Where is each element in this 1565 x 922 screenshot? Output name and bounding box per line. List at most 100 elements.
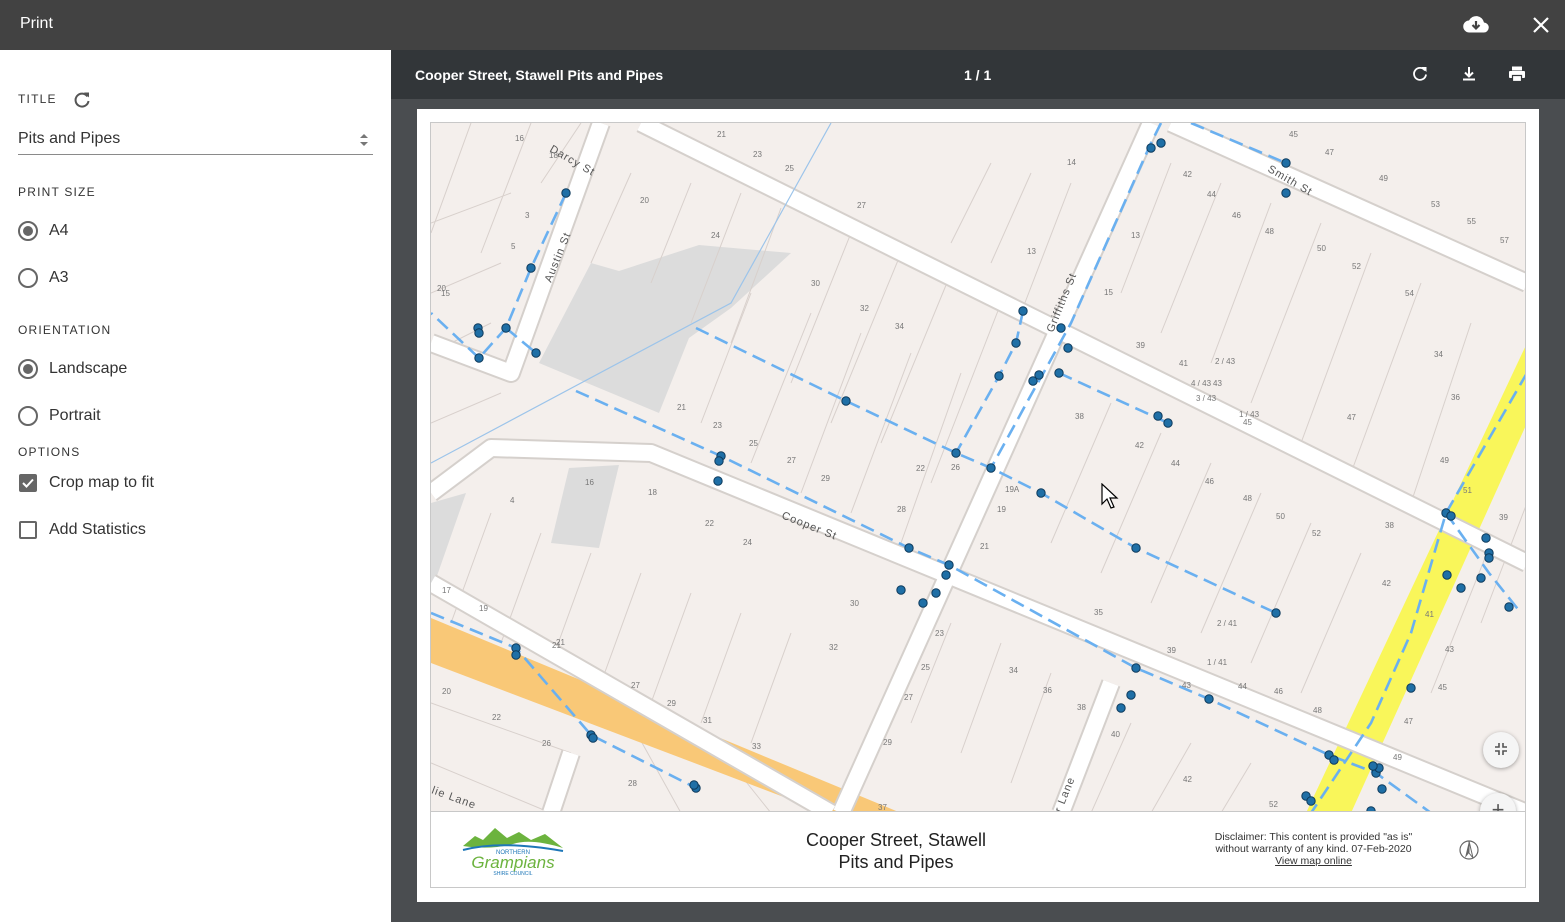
orientation-portrait-label[interactable]: Portrait <box>49 407 101 425</box>
mouse-cursor-icon <box>1101 483 1119 509</box>
orientation-section-label: ORIENTATION <box>18 323 112 337</box>
pit-point <box>474 328 484 338</box>
view-map-online-link[interactable]: View map online <box>1275 855 1352 867</box>
lot-number-label: 45 <box>1438 683 1447 692</box>
lot-number-label: 38 <box>1077 703 1086 712</box>
lot-number-label: 36 <box>1451 393 1460 402</box>
pit-point <box>1329 755 1339 765</box>
pit-point <box>501 323 511 333</box>
rotate-icon[interactable] <box>1410 64 1430 84</box>
lot-number-label: 54 <box>1405 289 1414 298</box>
lot-number-label: 28 <box>897 505 906 514</box>
lot-number-label: 34 <box>895 322 904 331</box>
lot-number-label: 49 <box>1393 753 1402 762</box>
download-cloud-icon[interactable] <box>1462 12 1490 38</box>
lot-number-label: 47 <box>1325 148 1334 157</box>
pit-point <box>713 476 723 486</box>
lot-number-label: 46 <box>1232 211 1241 220</box>
lot-number-label: 52 <box>1352 262 1361 271</box>
pit-point <box>1156 138 1166 148</box>
dialog-title: Print <box>20 15 53 32</box>
print-icon[interactable] <box>1507 64 1527 84</box>
lot-number-label: 16 <box>585 478 594 487</box>
disclaimer-line-2: without warranty of any kind. 07-Feb-202… <box>1215 843 1412 855</box>
lot-number-label: 29 <box>821 474 830 483</box>
size-a3-label[interactable]: A3 <box>49 269 69 287</box>
map-legend-footer: NORTHERN Grampians SHIRE COUNCIL Cooper … <box>430 811 1526 888</box>
refresh-icon[interactable] <box>72 90 92 110</box>
lot-number-label: 48 <box>1265 227 1274 236</box>
size-a4-radio[interactable] <box>18 221 38 241</box>
northern-grampians-logo: NORTHERN Grampians SHIRE COUNCIL <box>462 828 564 877</box>
size-a4-label[interactable]: A4 <box>49 222 69 240</box>
add-statistics-label[interactable]: Add Statistics <box>49 521 146 539</box>
lot-number-label: 35 <box>1094 608 1103 617</box>
pit-point <box>1406 683 1416 693</box>
lot-number-label: 49 <box>1379 174 1388 183</box>
crop-map-label[interactable]: Crop map to fit <box>49 474 154 492</box>
map-canvas[interactable]: Darcy StSmith StAustin StGriffiths StCoo… <box>431 123 1526 812</box>
lot-number-label: 29 <box>667 699 676 708</box>
pit-point <box>1063 343 1073 353</box>
close-icon[interactable] <box>1528 12 1554 38</box>
lot-number-label: 13 <box>1131 231 1140 240</box>
lot-number-label: 22 <box>492 713 501 722</box>
lot-number-label: 25 <box>921 663 930 672</box>
spinner-arrows-icon[interactable] <box>357 131 371 149</box>
lot-number-label: 48 <box>1313 706 1322 715</box>
title-input[interactable]: Pits and Pipes <box>18 124 373 155</box>
map-view[interactable]: Darcy St Smith St Austin St Griffiths St Coo… <box>430 122 1526 812</box>
lot-number-label: 27 <box>857 201 866 210</box>
lot-number-label: 55 <box>1467 217 1476 226</box>
lot-number-label: 24 <box>711 231 720 240</box>
preview-page: Darcy St Smith St Austin St Griffiths St Coo… <box>417 109 1539 902</box>
pit-point <box>1116 703 1126 713</box>
pit-point <box>896 585 906 595</box>
size-a3-radio[interactable] <box>18 268 38 288</box>
print-size-section-label: PRINT SIZE <box>18 185 96 199</box>
lot-number-label: 49 <box>1440 456 1449 465</box>
lot-number-label: 23 <box>713 421 722 430</box>
lot-number-label: 29 <box>883 738 892 747</box>
orientation-landscape-label[interactable]: Landscape <box>49 360 127 378</box>
lot-number-label: 30 <box>850 599 859 608</box>
orientation-portrait-radio[interactable] <box>18 406 38 426</box>
lot-number-label: 50 <box>1276 512 1285 521</box>
lot-number-label: 18 <box>648 488 657 497</box>
pit-point <box>1456 583 1466 593</box>
pit-point <box>1446 511 1456 521</box>
lot-number-label: 15 <box>1104 288 1113 297</box>
lot-number-label: 27 <box>787 456 796 465</box>
lot-number-label: 19 <box>997 505 1006 514</box>
crop-map-checkbox[interactable] <box>19 474 37 492</box>
download-icon[interactable] <box>1459 64 1479 84</box>
lot-number-label: 19 <box>479 604 488 613</box>
pit-point <box>1018 306 1028 316</box>
lot-number-label: 18 <box>549 151 558 160</box>
add-statistics-checkbox[interactable] <box>19 521 37 539</box>
pit-point <box>526 263 536 273</box>
preview-toolbar: Cooper Street, Stawell Pits and Pipes 1 … <box>391 50 1565 99</box>
lot-number-label: 44 <box>1238 682 1247 691</box>
pit-point <box>1271 608 1281 618</box>
pit-point <box>1036 488 1046 498</box>
fullscreen-exit-button[interactable] <box>1483 732 1519 768</box>
lot-number-label: 47 <box>1347 413 1356 422</box>
pit-point <box>944 560 954 570</box>
lot-number-label: 42 <box>1183 775 1192 784</box>
pit-point <box>1504 602 1514 612</box>
lot-number-label: 21 <box>677 403 686 412</box>
lot-number-label: 22 <box>916 464 925 473</box>
lot-number-label: 46 <box>1205 477 1214 486</box>
lot-number-label: 15 <box>441 289 450 298</box>
lot-number-label: 27 <box>904 693 913 702</box>
pit-point <box>994 371 1004 381</box>
orientation-landscape-radio[interactable] <box>18 359 38 379</box>
lot-number-label: 57 <box>1500 236 1509 245</box>
pit-point <box>474 353 484 363</box>
lot-number-label: 52 <box>1312 529 1321 538</box>
lot-number-label: 34 <box>1009 666 1018 675</box>
pit-point <box>531 348 541 358</box>
pit-point <box>714 456 724 466</box>
lot-number-label: 39 <box>1136 341 1145 350</box>
